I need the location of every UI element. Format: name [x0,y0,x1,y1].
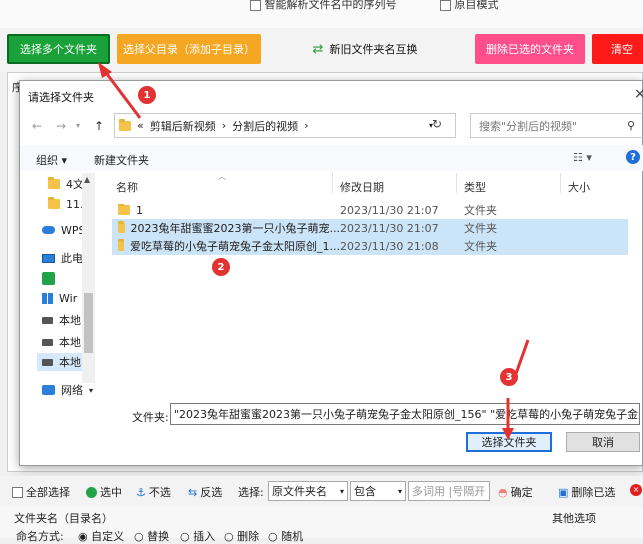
naming-mode-label: 命名方式: [16,530,64,543]
select-in-button[interactable]: 选中 [86,484,122,500]
mode-random-radio[interactable]: ○ 随机 [268,528,303,544]
mode-custom-radio[interactable]: ◉ 自定义 [78,528,124,544]
anchor-icon: ⚓ [136,485,146,499]
selection-toolbar: 全部选择 选中 ⚓ 不选 ⇆ 反选 选择: 原文件夹名 ▾ 包含 ▾ 多词用 |号隔开 … [0,476,643,506]
chevron-down-icon: ▾ [397,486,402,496]
not-select-button[interactable]: ⚓ 不选 [136,484,171,500]
other-options-title: 其他选项 [552,512,596,525]
checkbox-icon[interactable] [12,486,23,498]
invert-icon: ⇆ [188,485,198,499]
annotation-badge-1: 1 [138,86,156,104]
arrow-head-icon [502,428,514,440]
invert-select-button[interactable]: ⇆ 反选 [188,484,222,500]
annotation-arrow-1 [102,69,142,119]
section-title-folder-name: 文件夹名（目录名） [14,512,113,525]
annotation-badge-2: 2 [212,258,230,276]
delete-selected-button[interactable]: ▣ 删除已选 [558,484,615,500]
remove-icon[interactable]: × [630,484,642,496]
select-all-checkbox[interactable]: 全部选择 [12,484,70,500]
confirm-button[interactable]: ◓ 确定 [498,484,533,500]
mode-delete-radio[interactable]: ○ 删除 [224,528,259,544]
delete-icon: ▣ [558,485,569,499]
naming-section: 文件夹名（目录名） 命名方式: ◉ 自定义 ○ 替换 ○ 插入 ○ 删除 ○ 随… [0,506,643,543]
mode-replace-radio[interactable]: ○ 替换 [134,528,169,544]
annotation-arrows [98,62,530,440]
mode-insert-radio[interactable]: ○ 插入 [180,528,215,544]
annotation-badge-3: 3 [500,368,518,386]
match-select[interactable]: 包含 ▾ [350,481,406,501]
confirm-icon: ◓ [498,485,508,499]
chevron-down-icon: ▾ [339,486,344,496]
check-circle-icon [86,486,97,498]
select-label: 选择: [238,486,264,499]
field-select[interactable]: 原文件夹名 ▾ [268,481,348,501]
keyword-input[interactable]: 多词用 |号隔开 [408,481,490,501]
